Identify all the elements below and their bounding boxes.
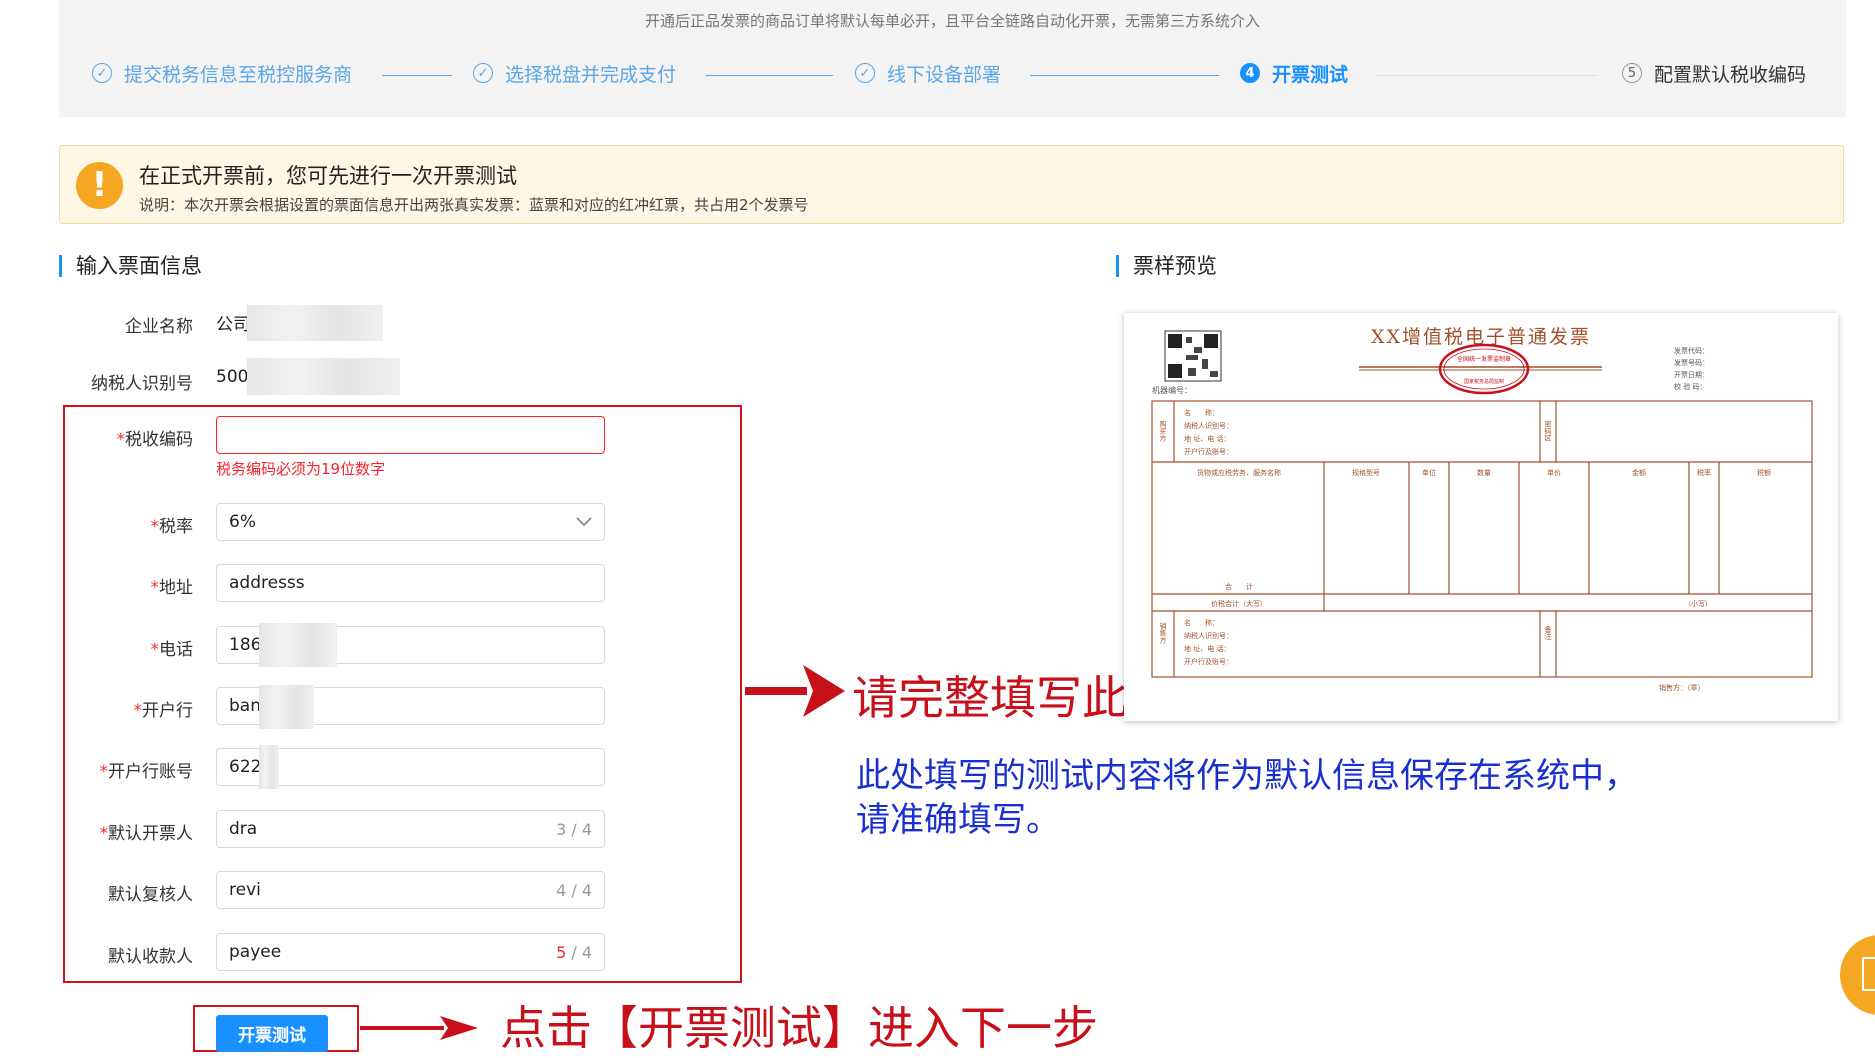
- warning-icon: !: [76, 162, 123, 209]
- svg-text:机器编号：: 机器编号：: [1152, 385, 1192, 395]
- step-invoice-test: 4 开票测试: [1240, 58, 1348, 88]
- svg-text:开户行及账号：: 开户行及账号：: [1184, 657, 1233, 666]
- svg-text:货物或应税劳务、服务名称: 货物或应税劳务、服务名称: [1197, 468, 1281, 477]
- step-number-icon: 4: [1240, 63, 1260, 83]
- step-label: 配置默认税收编码: [1654, 63, 1807, 86]
- redacted-blur: [259, 745, 279, 789]
- svg-text:合 计: 合 计: [1225, 582, 1253, 591]
- tax-code-label: *税收编码: [116, 430, 194, 450]
- step-device-deploy: ✓ 线下设备部署: [855, 58, 1001, 88]
- redacted-blur: [259, 685, 314, 729]
- svg-text:地 址、电 话：: 地 址、电 话：: [1184, 644, 1230, 653]
- svg-text:名 称：: 名 称：: [1184, 408, 1219, 417]
- svg-text:（小写）: （小写）: [1684, 599, 1712, 608]
- svg-text:单位: 单位: [1422, 468, 1436, 477]
- chevron-down-icon: [576, 517, 592, 527]
- svg-text:备注: 备注: [1544, 625, 1552, 641]
- tax-rate-select[interactable]: 6%: [216, 503, 605, 541]
- arrow-right-icon: [360, 1016, 478, 1040]
- payee-label: 默认收款人: [108, 947, 193, 967]
- redacted-blur: [247, 305, 383, 341]
- notice-text: 开通后正品发票的商品订单将默认每单必开，且平台全链路自动化开票，无需第三方系统介…: [644, 12, 1260, 30]
- svg-text:销售方：（章）: 销售方：（章）: [1659, 683, 1705, 692]
- step-label: 线下设备部署: [887, 63, 1002, 86]
- reviewer-input[interactable]: revi 4 / 4: [216, 871, 605, 909]
- svg-text:发票号码：: 发票号码：: [1674, 358, 1709, 367]
- char-count: 3 / 4: [556, 819, 592, 839]
- address-input[interactable]: addresss: [216, 564, 605, 602]
- step-connector: [382, 75, 452, 76]
- company-name-value: 公司: [216, 315, 250, 335]
- svg-text:规格型号: 规格型号: [1352, 468, 1380, 477]
- svg-text:金额: 金额: [1632, 468, 1646, 477]
- char-count: 5 / 4: [556, 942, 592, 962]
- qr-code-icon: [1164, 330, 1222, 382]
- svg-text:纳税人识别号：: 纳税人识别号：: [1184, 631, 1233, 640]
- svg-text:销售方: 销售方: [1159, 622, 1167, 645]
- click-hint-annotation: 点击【开票测试】进入下一步: [500, 1001, 1098, 1055]
- phone-label: *电话: [150, 640, 194, 660]
- svg-text:名 称：: 名 称：: [1184, 618, 1219, 627]
- svg-text:地 址、电 话：: 地 址、电 话：: [1184, 434, 1230, 443]
- drawer-input[interactable]: dra 3 / 4: [216, 810, 605, 848]
- svg-text:税率: 税率: [1697, 468, 1711, 477]
- payee-input[interactable]: payee 5 / 4: [216, 933, 605, 971]
- reviewer-label: 默认复核人: [108, 885, 193, 905]
- tax-code-input[interactable]: [216, 416, 605, 454]
- step-connector: [1377, 75, 1597, 76]
- alert-title: 在正式开票前，您可先进行一次开票测试: [139, 164, 517, 188]
- invoice-test-button[interactable]: 开票测试: [216, 1015, 328, 1052]
- bank-label: *开户行: [133, 701, 194, 721]
- tax-code-error: 税务编码必须为19位数字: [216, 460, 386, 478]
- step-label: 选择税盘并完成支付: [505, 63, 677, 86]
- test-alert: ! 在正式开票前，您可先进行一次开票测试 说明：本次开票会根据设置的票面信息开出…: [59, 145, 1844, 224]
- svg-text:开户行及账号：: 开户行及账号：: [1184, 447, 1233, 456]
- redacted-blur: [259, 623, 337, 667]
- check-circle-icon: ✓: [473, 63, 493, 83]
- save-hint-annotation: 此处填写的测试内容将作为默认信息保存在系统中， 请准确填写。: [856, 756, 1638, 840]
- svg-text:全国统一发票监制章: 全国统一发票监制章: [1457, 355, 1511, 363]
- bank-account-label: *开户行账号: [99, 762, 194, 782]
- check-circle-icon: ✓: [92, 63, 112, 83]
- step-number-icon: 5: [1622, 63, 1642, 83]
- step-config-tax-code: 5 配置默认税收编码: [1622, 58, 1806, 88]
- svg-text:发票代码：: 发票代码：: [1674, 346, 1709, 355]
- tax-rate-label: *税率: [150, 517, 194, 537]
- svg-text:开票日期：: 开票日期：: [1674, 371, 1709, 379]
- invoice-preview: 机器编号： XX增值税电子普通发票 全国统一发票监制章 国家税务总局监制 发票代…: [1124, 313, 1838, 721]
- invoice-sample-image: 机器编号： XX增值税电子普通发票 全国统一发票监制章 国家税务总局监制 发票代…: [1151, 326, 1813, 692]
- step-label: 提交税务信息至税控服务商: [124, 63, 353, 86]
- document-icon: [1862, 957, 1875, 991]
- tax-stamp: 全国统一发票监制章 国家税务总局监制: [1438, 343, 1530, 395]
- alert-description: 说明：本次开票会根据设置的票面信息开出两张真实发票：蓝票和对应的红冲红票，共占用…: [139, 196, 809, 214]
- address-label: *地址: [150, 578, 194, 598]
- redacted-blur: [247, 358, 400, 395]
- step-connector: [706, 75, 833, 76]
- drawer-label: *默认开票人: [99, 824, 194, 844]
- svg-text:纳税人识别号：: 纳税人识别号：: [1184, 421, 1233, 430]
- taxpayer-id-label: 纳税人识别号: [91, 374, 193, 394]
- svg-text:国家税务总局监制: 国家税务总局监制: [1464, 378, 1504, 385]
- step-select-tax-disk: ✓ 选择税盘并完成支付: [473, 58, 676, 88]
- section-title-preview: 票样预览: [1116, 255, 1217, 277]
- company-name-label: 企业名称: [125, 317, 193, 337]
- step-submit-tax-info: ✓ 提交税务信息至税控服务商: [92, 58, 352, 88]
- tax-rate-value: 6%: [229, 512, 256, 532]
- arrow-right-icon: [745, 665, 845, 717]
- check-circle-icon: ✓: [855, 63, 875, 83]
- step-label: 开票测试: [1272, 63, 1349, 86]
- char-count: 4 / 4: [556, 880, 592, 900]
- section-title-input: 输入票面信息: [59, 255, 202, 277]
- step-connector: [1030, 75, 1219, 76]
- svg-text:单价: 单价: [1547, 468, 1561, 477]
- svg-text:数量: 数量: [1477, 468, 1491, 477]
- floating-message-button[interactable]: [1840, 935, 1875, 1015]
- svg-text:密码区: 密码区: [1544, 420, 1552, 442]
- svg-text:价税合计（大写）: 价税合计（大写）: [1211, 599, 1267, 608]
- svg-text:税额: 税额: [1757, 468, 1771, 477]
- svg-text:购买方: 购买方: [1159, 420, 1167, 443]
- taxpayer-id-value: 500: [216, 367, 249, 387]
- svg-text:校 验 码：: 校 验 码：: [1674, 382, 1706, 391]
